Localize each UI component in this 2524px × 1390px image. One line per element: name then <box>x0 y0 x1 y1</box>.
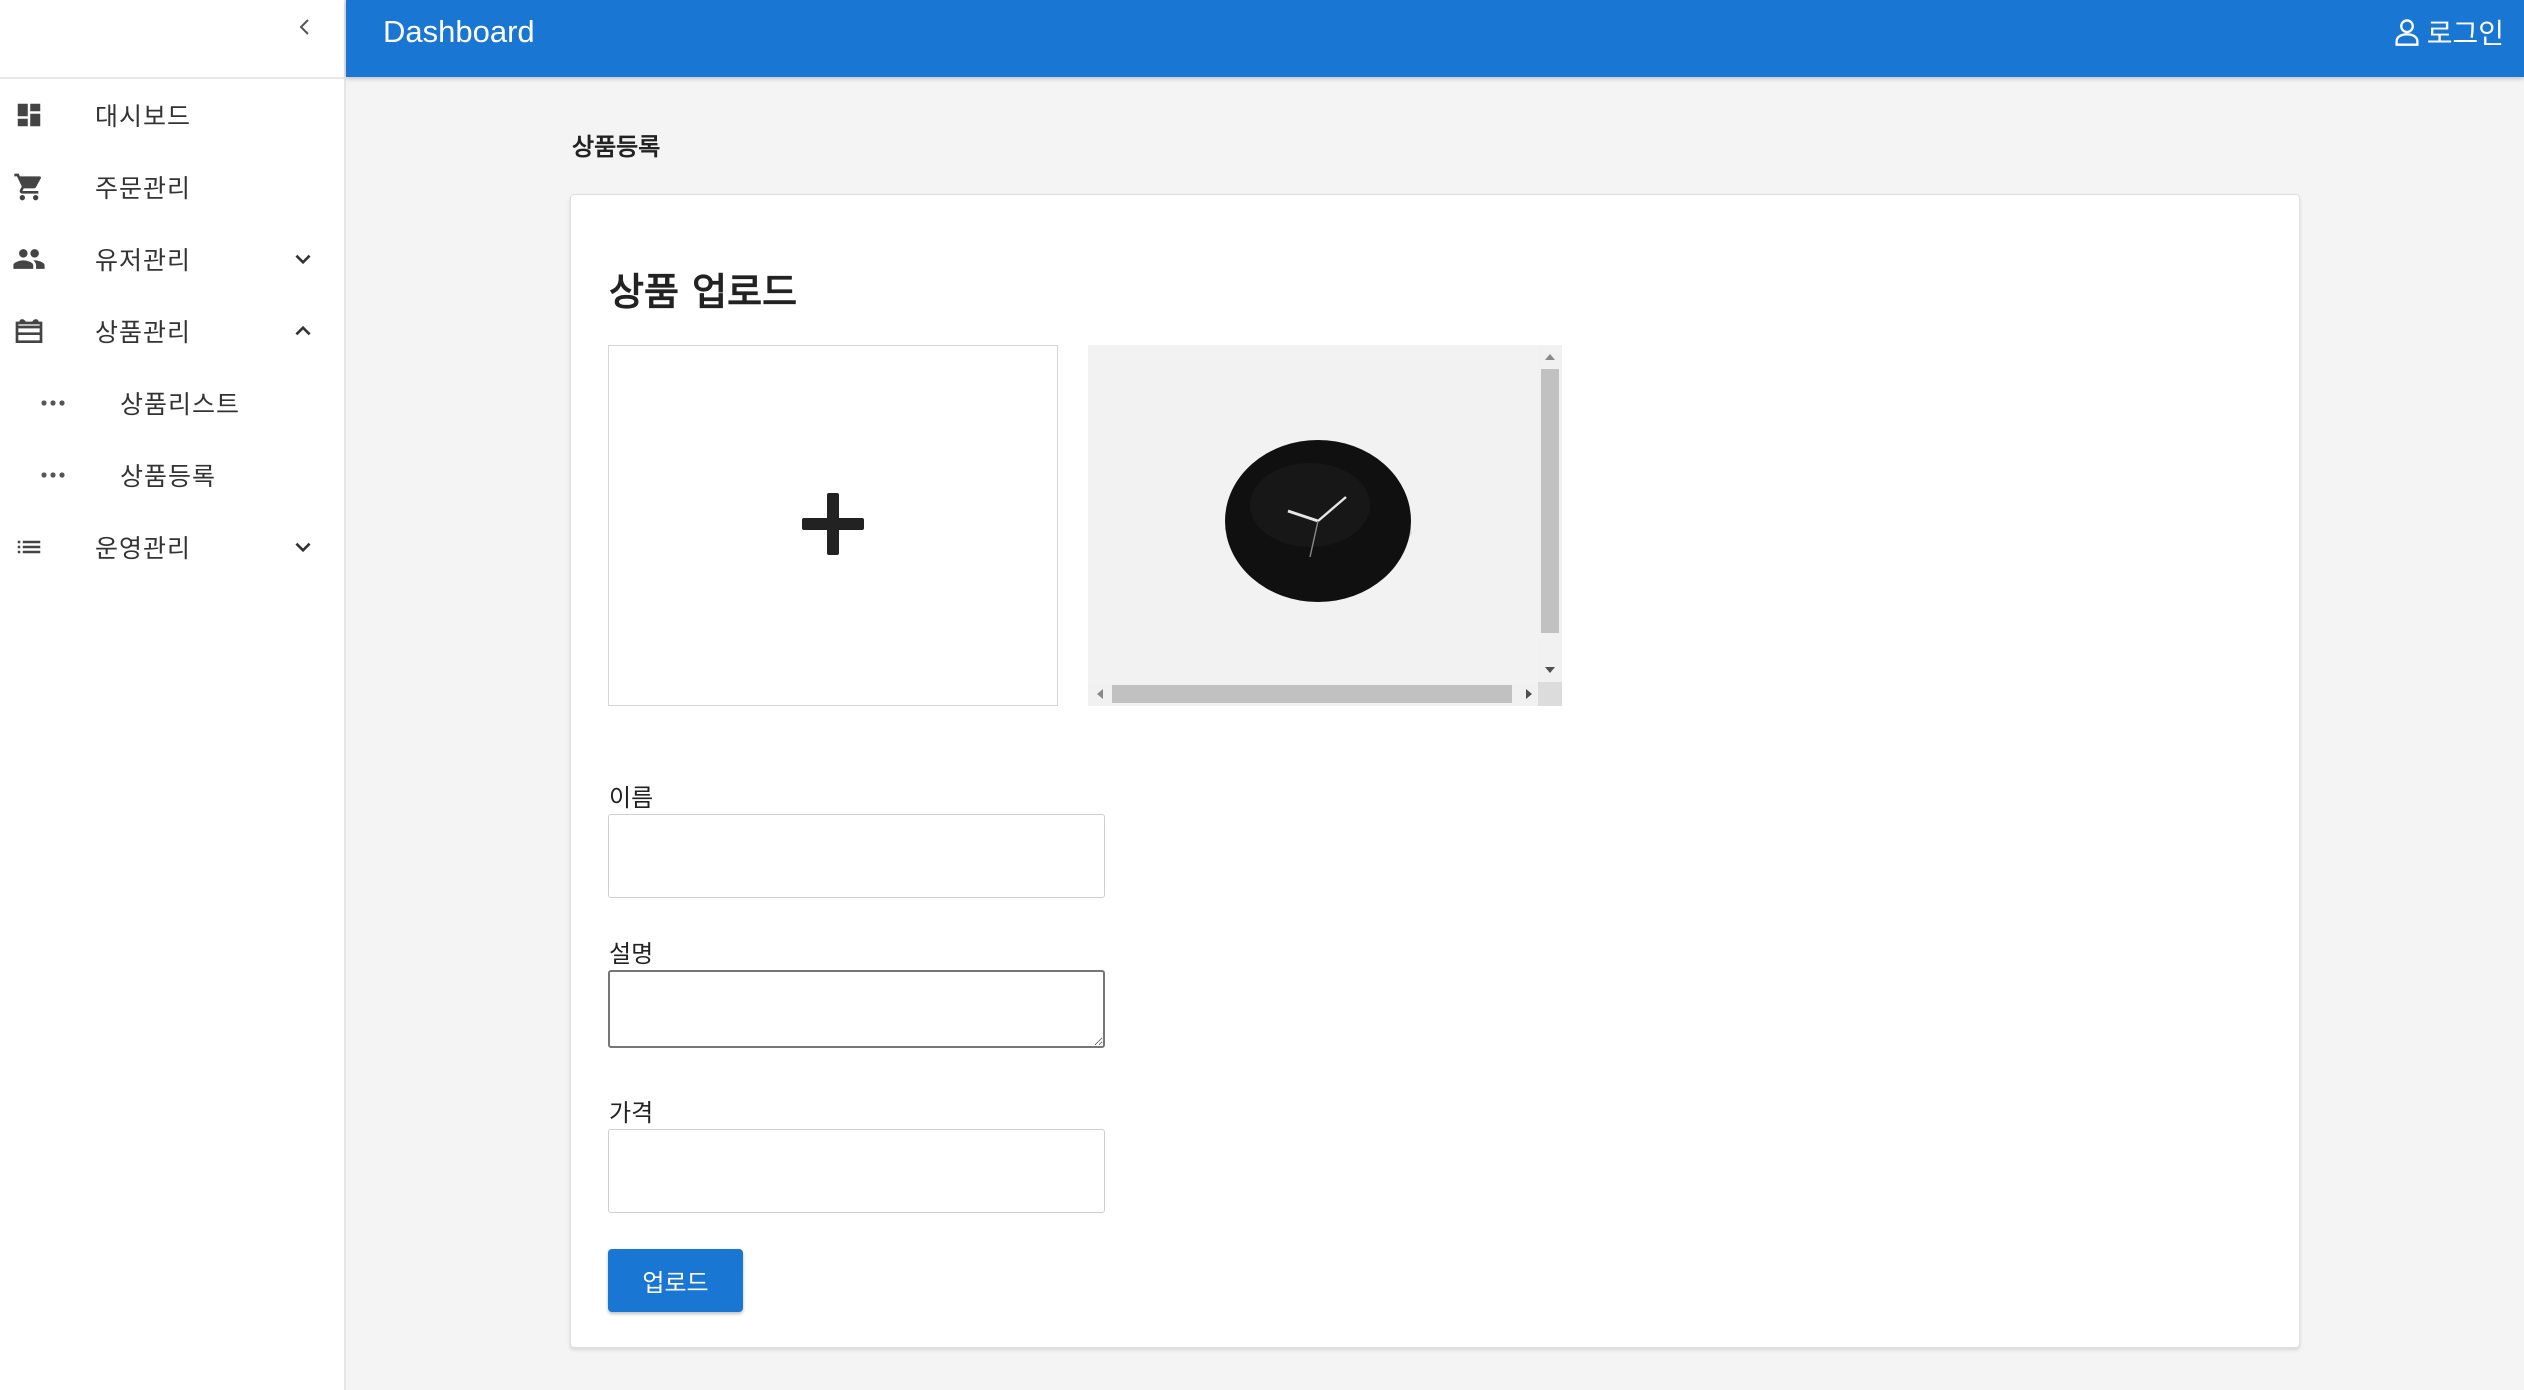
login-button[interactable]: 로그인 <box>2393 12 2504 52</box>
upload-submit-button[interactable]: 업로드 <box>608 1249 743 1312</box>
sidebar-collapse-button[interactable] <box>289 13 321 45</box>
image-upload-dropzone[interactable] <box>608 345 1058 706</box>
scroll-corner <box>1538 682 1562 706</box>
dashboard-icon <box>12 98 46 132</box>
price-label: 가격 <box>609 1099 654 1127</box>
name-label: 이름 <box>609 784 654 812</box>
chevron-left-icon <box>295 17 315 41</box>
name-input[interactable] <box>608 814 1105 898</box>
user-icon <box>2393 15 2423 49</box>
preview-horizontal-scrollbar[interactable] <box>1088 682 1538 706</box>
product-upload-card: 상품 업로드 이름 설명 가격 업로드 <box>570 194 2300 1348</box>
more-horizontal-icon <box>36 458 70 492</box>
preview-vertical-scrollbar[interactable] <box>1538 345 1562 682</box>
sidebar-subitem-label: 상품등록 <box>120 462 217 491</box>
sidebar-item-label: 상품관리 <box>95 318 192 347</box>
sidebar-item-orders[interactable]: 주문관리 <box>0 151 344 223</box>
sidebar-item-operations[interactable]: 운영관리 <box>0 511 344 583</box>
form-heading: 상품 업로드 <box>609 270 798 314</box>
sidebar-item-products[interactable]: 상품관리 <box>0 295 344 367</box>
sidebar-item-users[interactable]: 유저관리 <box>0 223 344 295</box>
page-title: 상품등록 <box>572 133 661 161</box>
sidebar-subitem-label: 상품리스트 <box>120 390 241 419</box>
app-title: Dashboard <box>383 14 535 49</box>
cart-icon <box>12 170 46 204</box>
wall-clock-image <box>1088 345 1538 682</box>
chevron-down-icon <box>289 533 317 561</box>
price-input[interactable] <box>608 1129 1105 1213</box>
sidebar-nav: 대시보드 주문관리 유저관리 상품관리 상품리스트 상품등록 운영관리 <box>0 79 344 583</box>
chevron-down-icon <box>289 245 317 273</box>
description-label: 설명 <box>609 940 654 968</box>
sidebar-item-label: 유저관리 <box>95 246 192 275</box>
gift-icon <box>12 314 46 348</box>
sidebar-subitem-product-register[interactable]: 상품등록 <box>0 439 344 511</box>
people-icon <box>12 242 46 276</box>
sidebar-item-label: 운영관리 <box>95 534 192 563</box>
chevron-up-icon <box>289 317 317 345</box>
sidebar: 대시보드 주문관리 유저관리 상품관리 상품리스트 상품등록 운영관리 <box>0 0 346 1390</box>
app-bar: Dashboard 로그인 <box>346 0 2524 77</box>
list-icon <box>12 530 46 564</box>
sidebar-item-label: 주문관리 <box>95 174 192 203</box>
description-textarea[interactable] <box>608 970 1105 1048</box>
more-horizontal-icon <box>36 386 70 420</box>
sidebar-header <box>0 0 344 79</box>
sidebar-item-label: 대시보드 <box>95 102 192 131</box>
plus-icon <box>798 489 868 563</box>
sidebar-item-dashboard[interactable]: 대시보드 <box>0 79 344 151</box>
image-preview[interactable] <box>1088 345 1562 706</box>
sidebar-subitem-product-list[interactable]: 상품리스트 <box>0 367 344 439</box>
login-label: 로그인 <box>2426 17 2504 50</box>
